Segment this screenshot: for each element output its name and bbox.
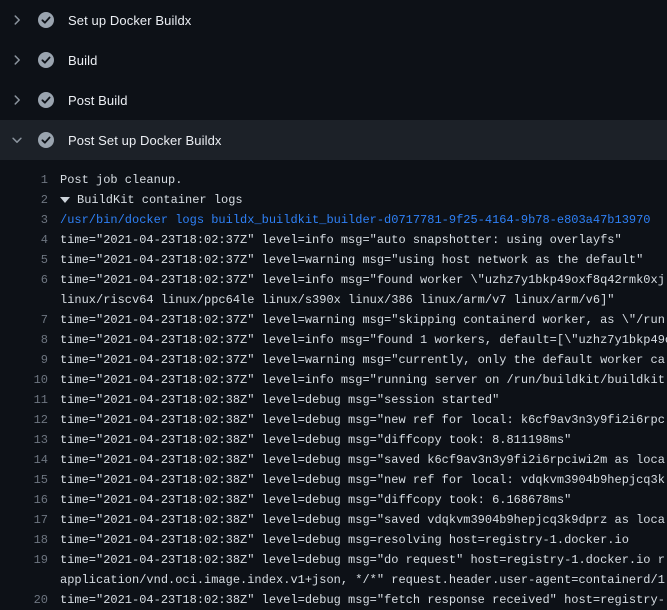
check-circle-icon: [38, 52, 54, 68]
log-line-text: time="2021-04-23T18:02:38Z" level=debug …: [48, 430, 571, 450]
log-line-number[interactable]: 19: [0, 550, 48, 570]
log-line-number[interactable]: 15: [0, 470, 48, 490]
log-line-number[interactable]: 17: [0, 510, 48, 530]
log-line: 20time="2021-04-23T18:02:38Z" level=debu…: [0, 590, 667, 610]
group-caret-down-icon: [60, 197, 70, 203]
log-line-number: [0, 570, 48, 590]
log-output: 1Post job cleanup.2 BuildKit container lo…: [0, 160, 667, 610]
log-line-text: time="2021-04-23T18:02:38Z" level=debug …: [48, 550, 665, 570]
log-line: 16time="2021-04-23T18:02:38Z" level=debu…: [0, 490, 667, 510]
log-line: 12time="2021-04-23T18:02:38Z" level=debu…: [0, 410, 667, 430]
log-line-text: time="2021-04-23T18:02:38Z" level=debug …: [48, 530, 629, 550]
step-post-build[interactable]: Post Build: [0, 80, 667, 120]
log-line: 14time="2021-04-23T18:02:38Z" level=debu…: [0, 450, 667, 470]
step-label: Post Build: [68, 93, 128, 108]
log-line-number[interactable]: 11: [0, 390, 48, 410]
log-line-text: time="2021-04-23T18:02:37Z" level=info m…: [48, 370, 665, 390]
log-line-text: time="2021-04-23T18:02:37Z" level=warnin…: [48, 250, 643, 270]
log-line-text: time="2021-04-23T18:02:38Z" level=debug …: [48, 590, 665, 610]
log-line-number[interactable]: 14: [0, 450, 48, 470]
log-line-text: time="2021-04-23T18:02:38Z" level=debug …: [48, 490, 571, 510]
log-line: 10time="2021-04-23T18:02:37Z" level=info…: [0, 370, 667, 390]
log-line-text: time="2021-04-23T18:02:37Z" level=info m…: [48, 330, 667, 350]
log-line-text: time="2021-04-23T18:02:38Z" level=debug …: [48, 470, 665, 490]
log-line-text: time="2021-04-23T18:02:38Z" level=debug …: [48, 450, 665, 470]
log-line-text: application/vnd.oci.image.index.v1+json,…: [48, 570, 667, 590]
log-line-number[interactable]: 12: [0, 410, 48, 430]
step-label: Build: [68, 53, 97, 68]
log-line: 13time="2021-04-23T18:02:38Z" level=debu…: [0, 430, 667, 450]
log-line-number[interactable]: 20: [0, 590, 48, 610]
chevron-right-icon: [9, 92, 25, 108]
log-line-number[interactable]: 7: [0, 310, 48, 330]
log-line: linux/riscv64 linux/ppc64le linux/s390x …: [0, 290, 667, 310]
log-line: 7time="2021-04-23T18:02:37Z" level=warni…: [0, 310, 667, 330]
log-line-number: [0, 290, 48, 310]
log-line: 6time="2021-04-23T18:02:37Z" level=info …: [0, 270, 667, 290]
check-circle-icon: [38, 132, 54, 148]
log-line: 8time="2021-04-23T18:02:37Z" level=info …: [0, 330, 667, 350]
log-line-number[interactable]: 10: [0, 370, 48, 390]
log-line-text: linux/riscv64 linux/ppc64le linux/s390x …: [48, 290, 615, 310]
steps-list: Set up Docker Buildx Build Post Build: [0, 0, 667, 160]
log-line-text: time="2021-04-23T18:02:37Z" level=warnin…: [48, 310, 665, 330]
group-label: BuildKit container logs: [77, 193, 243, 207]
log-line-text: time="2021-04-23T18:02:38Z" level=debug …: [48, 510, 665, 530]
step-post-set-up-docker-buildx[interactable]: Post Set up Docker Buildx: [0, 120, 667, 160]
log-line-text: time="2021-04-23T18:02:37Z" level=info m…: [48, 270, 665, 290]
log-line-number[interactable]: 18: [0, 530, 48, 550]
log-line: 9time="2021-04-23T18:02:37Z" level=warni…: [0, 350, 667, 370]
log-line-number[interactable]: 5: [0, 250, 48, 270]
check-circle-icon: [38, 12, 54, 28]
step-build[interactable]: Build: [0, 40, 667, 80]
log-line: 15time="2021-04-23T18:02:38Z" level=debu…: [0, 470, 667, 490]
log-line-number[interactable]: 3: [0, 210, 48, 230]
step-label: Set up Docker Buildx: [68, 13, 191, 28]
log-line-number[interactable]: 1: [0, 170, 48, 190]
log-command-text: /usr/bin/docker logs buildx_buildkit_bui…: [48, 210, 651, 230]
log-line: 2 BuildKit container logs: [0, 190, 667, 210]
log-line-number[interactable]: 13: [0, 430, 48, 450]
log-line-text: time="2021-04-23T18:02:37Z" level=info m…: [48, 230, 622, 250]
log-group-toggle[interactable]: BuildKit container logs: [48, 190, 243, 210]
log-line-number[interactable]: 9: [0, 350, 48, 370]
log-line: 18time="2021-04-23T18:02:38Z" level=debu…: [0, 530, 667, 550]
log-line-text: time="2021-04-23T18:02:38Z" level=debug …: [48, 390, 499, 410]
chevron-down-icon: [9, 132, 25, 148]
step-set-up-docker-buildx[interactable]: Set up Docker Buildx: [0, 0, 667, 40]
log-line-number[interactable]: 8: [0, 330, 48, 350]
chevron-right-icon: [9, 52, 25, 68]
log-line: 19time="2021-04-23T18:02:38Z" level=debu…: [0, 550, 667, 570]
log-line-text: time="2021-04-23T18:02:37Z" level=warnin…: [48, 350, 665, 370]
log-line: 5time="2021-04-23T18:02:37Z" level=warni…: [0, 250, 667, 270]
log-line: 1Post job cleanup.: [0, 170, 667, 190]
log-line-number[interactable]: 2: [0, 190, 48, 210]
log-line-number[interactable]: 4: [0, 230, 48, 250]
log-line-number[interactable]: 6: [0, 270, 48, 290]
log-line: 11time="2021-04-23T18:02:38Z" level=debu…: [0, 390, 667, 410]
log-line-text: Post job cleanup.: [48, 170, 182, 190]
chevron-right-icon: [9, 12, 25, 28]
log-line-number[interactable]: 16: [0, 490, 48, 510]
check-circle-icon: [38, 92, 54, 108]
step-label: Post Set up Docker Buildx: [68, 133, 222, 148]
log-line: 3/usr/bin/docker logs buildx_buildkit_bu…: [0, 210, 667, 230]
workflow-log-panel: Set up Docker Buildx Build Post Build: [0, 0, 667, 610]
log-line: application/vnd.oci.image.index.v1+json,…: [0, 570, 667, 590]
log-line: 17time="2021-04-23T18:02:38Z" level=debu…: [0, 510, 667, 530]
log-line-text: time="2021-04-23T18:02:38Z" level=debug …: [48, 410, 665, 430]
log-line: 4time="2021-04-23T18:02:37Z" level=info …: [0, 230, 667, 250]
